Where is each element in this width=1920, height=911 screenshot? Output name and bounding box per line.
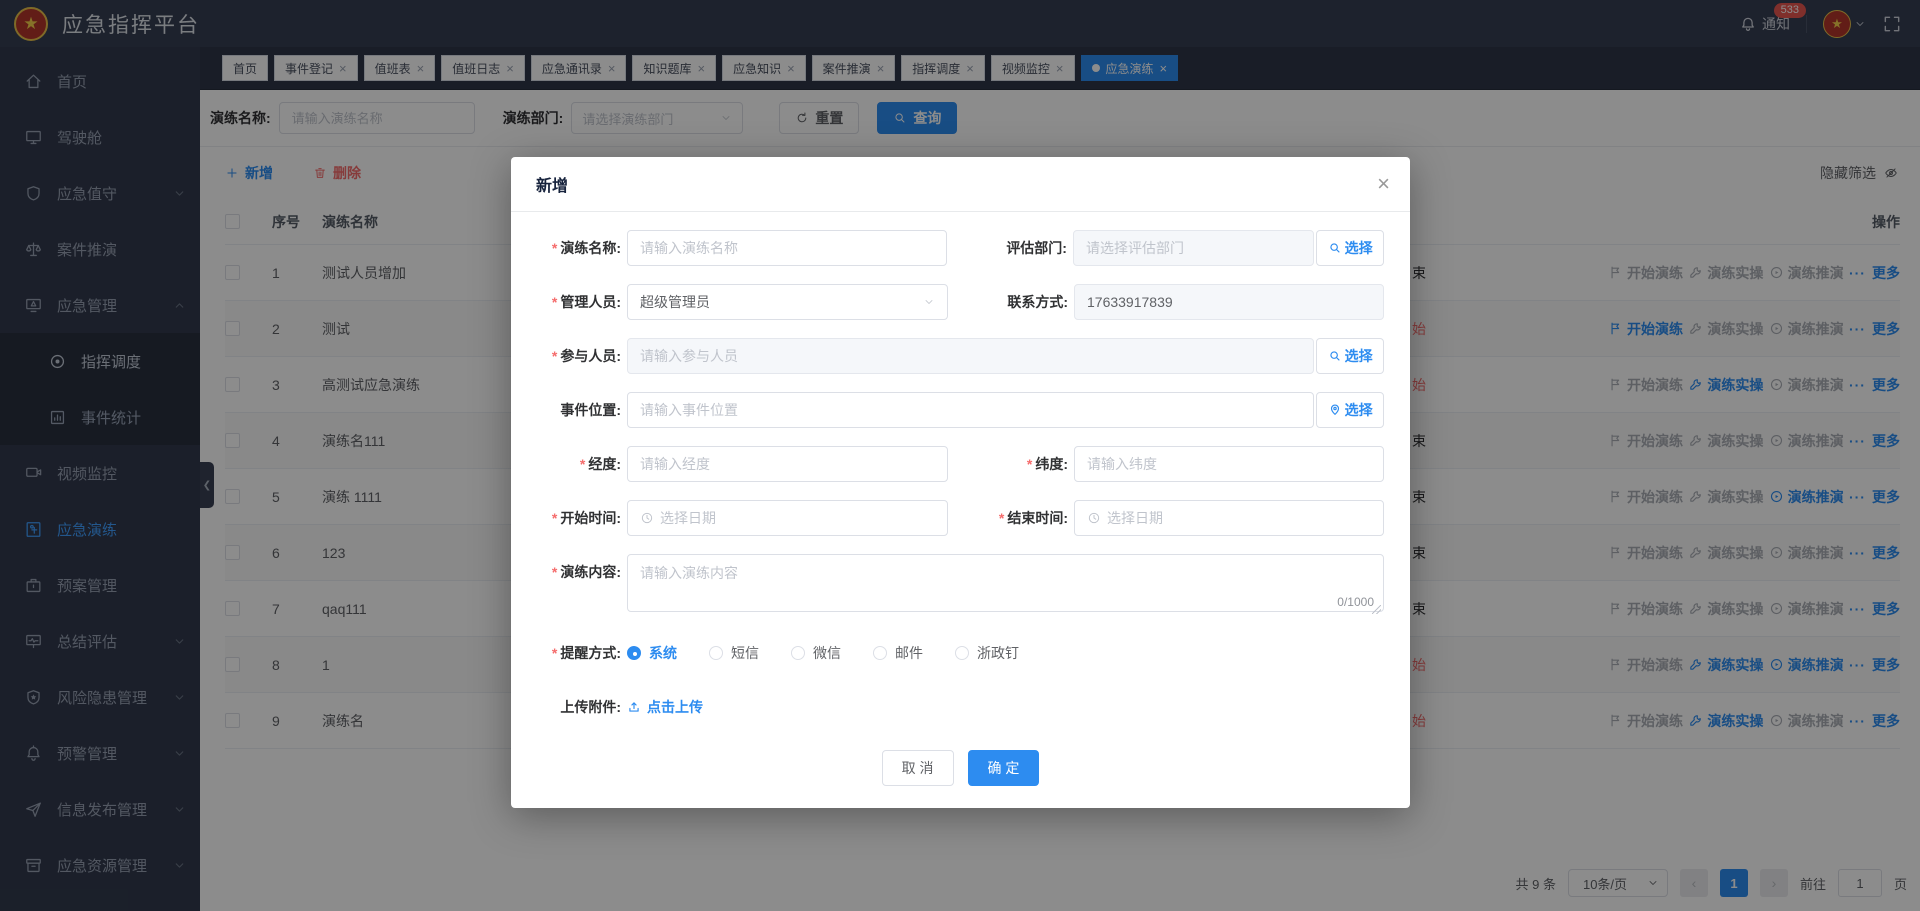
location-select-button[interactable]: 选择 — [1316, 392, 1384, 428]
end-time-label: *结束时间: — [948, 500, 1068, 536]
participants-label: *参与人员: — [533, 338, 621, 374]
radio-dot — [791, 646, 805, 660]
remind-radio-短信[interactable]: 短信 — [709, 643, 759, 663]
remind-radio-邮件[interactable]: 邮件 — [873, 643, 923, 663]
drill-name-input[interactable] — [627, 230, 947, 266]
remind-radio-浙政钉[interactable]: 浙政钉 — [955, 643, 1019, 663]
app-root: ★ 应急指挥平台 通知 533 ★ 首页 驾驶舱 应急值守 案件 — [0, 0, 1920, 911]
modal-body: *演练名称: 评估部门: 请选择评估部门 选择 *管理人员: 超级管理员 联系 — [511, 212, 1410, 743]
remind-radio-系统[interactable]: 系统 — [627, 643, 677, 663]
cancel-button[interactable]: 取 消 — [882, 750, 954, 786]
radio-dot — [627, 646, 641, 660]
resize-grip[interactable] — [1372, 605, 1381, 614]
remind-method-label: *提醒方式: — [533, 635, 621, 671]
confirm-button[interactable]: 确 定 — [968, 750, 1040, 786]
radio-dot — [873, 646, 887, 660]
eval-dept-select-button[interactable]: 选择 — [1316, 230, 1384, 266]
new-drill-modal: 新增 × *演练名称: 评估部门: 请选择评估部门 选择 *管理人员: — [511, 157, 1410, 808]
upload-icon — [627, 700, 641, 714]
search-icon — [1328, 241, 1342, 255]
longitude-input[interactable] — [627, 446, 948, 482]
modal-title: 新增 — [536, 172, 568, 196]
latitude-input[interactable] — [1074, 446, 1384, 482]
participants-select-button[interactable]: 选择 — [1316, 338, 1384, 374]
clock-icon — [640, 511, 654, 525]
end-time-input[interactable]: 选择日期 — [1074, 500, 1384, 536]
drill-name-label: *演练名称: — [533, 230, 621, 266]
modal-header: 新增 × — [511, 157, 1410, 212]
location-pin-icon — [1328, 403, 1342, 417]
start-time-label: *开始时间: — [533, 500, 621, 536]
remind-method-radios: 系统 短信 微信 邮件 浙政钉 — [627, 635, 1019, 671]
eval-dept-label: 评估部门: — [947, 230, 1067, 266]
char-counter: 0/1000 — [1333, 595, 1374, 609]
modal-close-button[interactable]: × — [1377, 173, 1390, 195]
drill-content-label: *演练内容: — [533, 554, 621, 617]
longitude-label: *经度: — [533, 446, 621, 482]
modal-footer: 取 消 确 定 — [511, 750, 1410, 808]
start-time-input[interactable]: 选择日期 — [627, 500, 948, 536]
drill-content-textarea[interactable] — [627, 554, 1384, 612]
radio-dot — [955, 646, 969, 660]
contact-input: 17633917839 — [1074, 284, 1384, 320]
latitude-label: *纬度: — [948, 446, 1068, 482]
event-location-input[interactable] — [627, 392, 1314, 428]
manager-select[interactable]: 超级管理员 — [627, 284, 948, 320]
search-icon — [1328, 349, 1342, 363]
manager-label: *管理人员: — [533, 284, 621, 320]
contact-label: 联系方式: — [948, 284, 1068, 320]
clock-icon — [1087, 511, 1101, 525]
upload-label: 上传附件: — [533, 689, 621, 725]
radio-dot — [709, 646, 723, 660]
chevron-down-icon — [923, 296, 935, 308]
upload-button[interactable]: 点击上传 — [627, 689, 703, 725]
eval-dept-input[interactable]: 请选择评估部门 — [1073, 230, 1314, 266]
participants-input[interactable]: 请输入参与人员 — [627, 338, 1314, 374]
event-location-label: 事件位置: — [533, 392, 621, 428]
remind-radio-微信[interactable]: 微信 — [791, 643, 841, 663]
